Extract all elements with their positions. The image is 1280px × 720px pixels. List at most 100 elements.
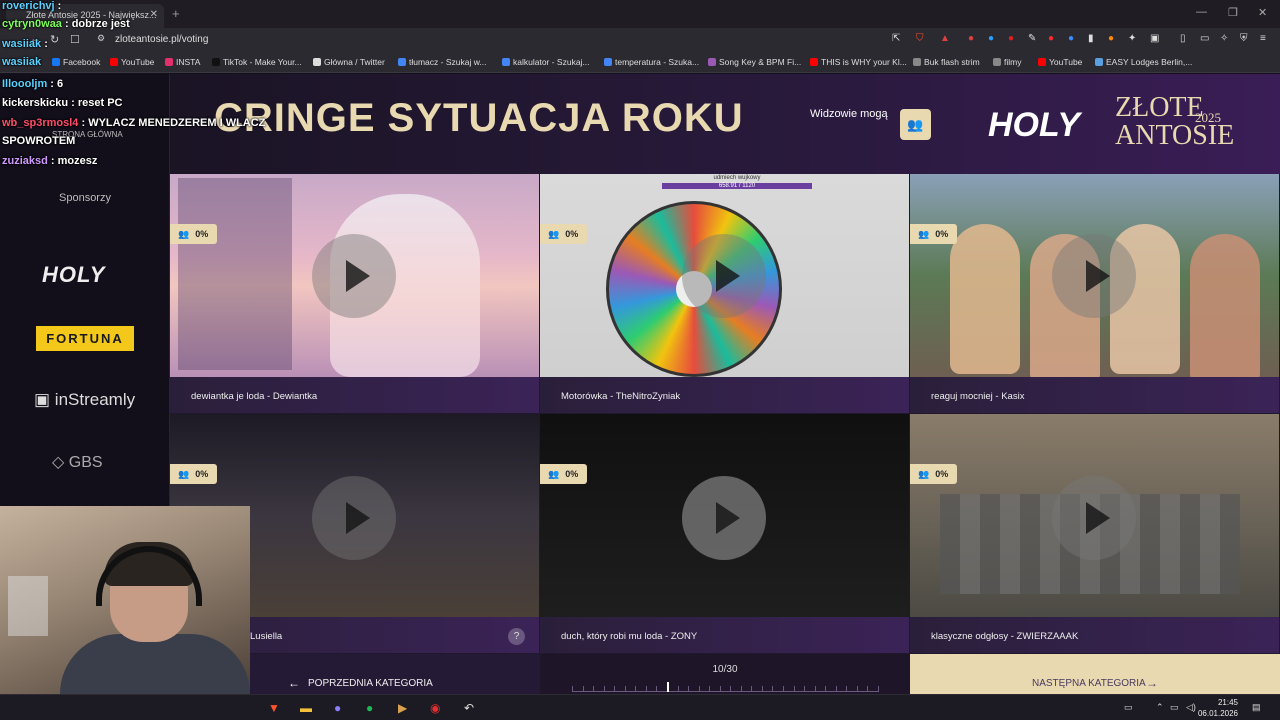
progress-tick (709, 686, 710, 692)
help-icon[interactable]: ? (508, 628, 525, 645)
candidate-card[interactable]: 👥 0% klasyczne odgłosy - ZWIERZAAAK (910, 414, 1280, 654)
close-window-icon[interactable]: ✕ (1258, 6, 1267, 19)
candidate-title[interactable]: reaguj mocniej - Kasix (910, 377, 1279, 413)
taskbar: ▼ ▬ ● ● ▶ ◉ ↶ ▭ ⌃ ▭ ◁) 21:45 06.01.2026 … (0, 694, 1280, 720)
bookmark-item[interactable]: THIS is WHY your Kl... (810, 57, 907, 67)
bookmark-item[interactable]: kalkulator - Szukaj... (502, 57, 590, 67)
chat-text: : WYLACZ MENEDZEREM I WLACZ (78, 117, 266, 129)
play-icon[interactable] (1052, 476, 1136, 560)
chat-text: : reset PC (68, 97, 123, 109)
share-icon[interactable]: ⇱ (892, 33, 900, 44)
play-icon[interactable] (312, 234, 396, 318)
vote-percent: 0% (565, 229, 579, 239)
app-taskbar-icon[interactable]: ▶ (398, 701, 407, 715)
play-icon[interactable] (1052, 234, 1136, 318)
extension-icon[interactable]: ✎ (1028, 33, 1036, 44)
progress-tick (804, 686, 805, 692)
person-figure (950, 224, 1020, 374)
extension-icon[interactable]: ● (988, 33, 994, 44)
play-icon[interactable] (682, 234, 766, 318)
extension-icon[interactable]: ● (1108, 33, 1114, 44)
category-title: CRINGE SYTUACJA ROKU (214, 96, 744, 140)
bookmark-item[interactable]: Buk flash strim (913, 57, 980, 67)
sponsor-logo-holy[interactable]: HOLY (42, 262, 105, 288)
candidate-title[interactable]: klasyczne odgłosy - ZWIERZAAAK (910, 617, 1279, 653)
sponsor-logo-gbs[interactable]: ◇ GBS (52, 452, 103, 472)
bookmark-item[interactable]: YouTube (1038, 57, 1082, 67)
network-icon[interactable]: ▭ (1170, 702, 1179, 713)
sidebar-toggle-icon[interactable]: ▯ (1180, 33, 1186, 44)
minimize-icon[interactable]: — (1196, 6, 1207, 18)
chat-message: wasiiak (2, 56, 41, 68)
puzzle-icon[interactable]: ✦ (1128, 33, 1136, 44)
rewards-icon[interactable]: ▲ (940, 33, 950, 44)
bookmark-favicon-icon (604, 58, 612, 66)
candidate-card[interactable]: 👥 0% duch, który robi mu loda - ZONY (540, 414, 910, 654)
app-taskbar-icon[interactable]: ↶ (464, 701, 474, 715)
prev-category-label: POPRZEDNIA KATEGORIA (308, 678, 433, 689)
progress-tick (783, 686, 784, 692)
sponsor-logo-instreamly[interactable]: ▣ inStreamly (34, 390, 135, 410)
volume-icon[interactable]: ◁) (1186, 702, 1196, 713)
chat-message: cytryn0waa : dobrze jest (2, 18, 130, 30)
bookmark-item[interactable]: temperatura - Szuka... (604, 57, 699, 67)
bookmark-item[interactable]: filmy (993, 57, 1021, 67)
progress-tick (583, 686, 584, 692)
arrow-left-icon: ← (288, 676, 300, 690)
chat-text: SPOWROTEM (2, 135, 76, 147)
menu-icon[interactable]: ≡ (1260, 33, 1266, 44)
bookmark-favicon-icon (502, 58, 510, 66)
vote-percent-badge: 👥 0% (540, 464, 587, 484)
tray-expand-icon[interactable]: ⌃ (1156, 702, 1164, 713)
play-icon[interactable] (682, 476, 766, 560)
progress-tick (794, 686, 795, 692)
candidate-title[interactable]: dewiantka je loda - Dewiantka (170, 377, 539, 413)
bookmark-item[interactable]: EASY Lodges Berlin,... (1095, 57, 1192, 67)
extension-icon[interactable]: ● (1068, 33, 1074, 44)
sponsor-logo-fortuna[interactable]: FORTUNA (36, 326, 134, 351)
chat-text: : (54, 0, 62, 12)
discord-taskbar-icon[interactable]: ● (334, 701, 341, 715)
wallet-icon[interactable]: ▭ (1200, 33, 1209, 44)
notification-icon[interactable]: ▤ (1252, 702, 1261, 713)
candidate-title[interactable]: Motorówka - TheNitroZyniak (540, 377, 909, 413)
bookmark-item[interactable]: Song Key & BPM Fi... (708, 57, 801, 67)
bookmark-label: YouTube (1049, 57, 1083, 67)
users-icon[interactable]: 👥 (900, 109, 931, 140)
webcam-overlay (0, 506, 250, 704)
candidate-card[interactable]: 👥 0% reaguj mocniej - Kasix (910, 174, 1280, 414)
category-progress: 10/30 (540, 654, 910, 694)
folder-taskbar-icon[interactable]: ▬ (300, 701, 312, 715)
bookmark-label: tłumacz - Szukaj w... (409, 57, 487, 67)
clock-date: 06.01.2026 (1197, 709, 1238, 718)
chat-username: cytryn0waa (2, 18, 62, 30)
next-category-button[interactable]: NASTĘPNA KATEGORIA → (910, 654, 1280, 694)
maximize-icon[interactable]: ❐ (1228, 6, 1238, 19)
vote-percent-badge: 👥 0% (910, 224, 957, 244)
candidate-card[interactable]: udmiech wujkowy 658.91 / 1120 👥 0% Motorówka… (540, 174, 910, 414)
chat-username: wb_sp3rmosl4 (2, 117, 79, 129)
extension-icon[interactable]: ▮ (1088, 33, 1094, 44)
brave-taskbar-icon[interactable]: ▼ (268, 701, 280, 715)
clock[interactable]: 21:45 06.01.2026 (1196, 697, 1238, 719)
spotify-taskbar-icon[interactable]: ● (366, 701, 373, 715)
users-icon: 👥 (548, 229, 560, 239)
bookmark-item[interactable]: tłumacz - Szukaj w... (398, 57, 486, 67)
brave-shield-icon[interactable]: ⛉ (916, 33, 924, 44)
bookmark-item[interactable]: Główna / Twitter (313, 57, 385, 67)
extension-icon[interactable]: ● (968, 33, 974, 44)
tray-icon[interactable]: ▭ (1124, 702, 1133, 713)
extension-icon[interactable]: ● (1008, 33, 1014, 44)
vote-percent-badge: 👥 0% (170, 224, 217, 244)
candidate-title[interactable]: duch, który robi mu loda - ZONY (540, 617, 909, 653)
progress-tick (572, 686, 573, 692)
media-icon[interactable]: ▣ (1150, 33, 1159, 44)
play-icon[interactable] (312, 476, 396, 560)
candidate-card[interactable]: 👥 0% dewiantka je loda - Dewiantka (170, 174, 540, 414)
leo-icon[interactable]: ✧ (1220, 33, 1228, 44)
viewers-label: Widzowie mogą (810, 108, 888, 120)
vpn-icon[interactable]: ⛨ (1240, 33, 1248, 44)
extension-icon[interactable]: ● (1048, 33, 1054, 44)
bookmark-label: Główna / Twitter (324, 57, 385, 67)
obs-taskbar-icon[interactable]: ◉ (430, 701, 440, 715)
